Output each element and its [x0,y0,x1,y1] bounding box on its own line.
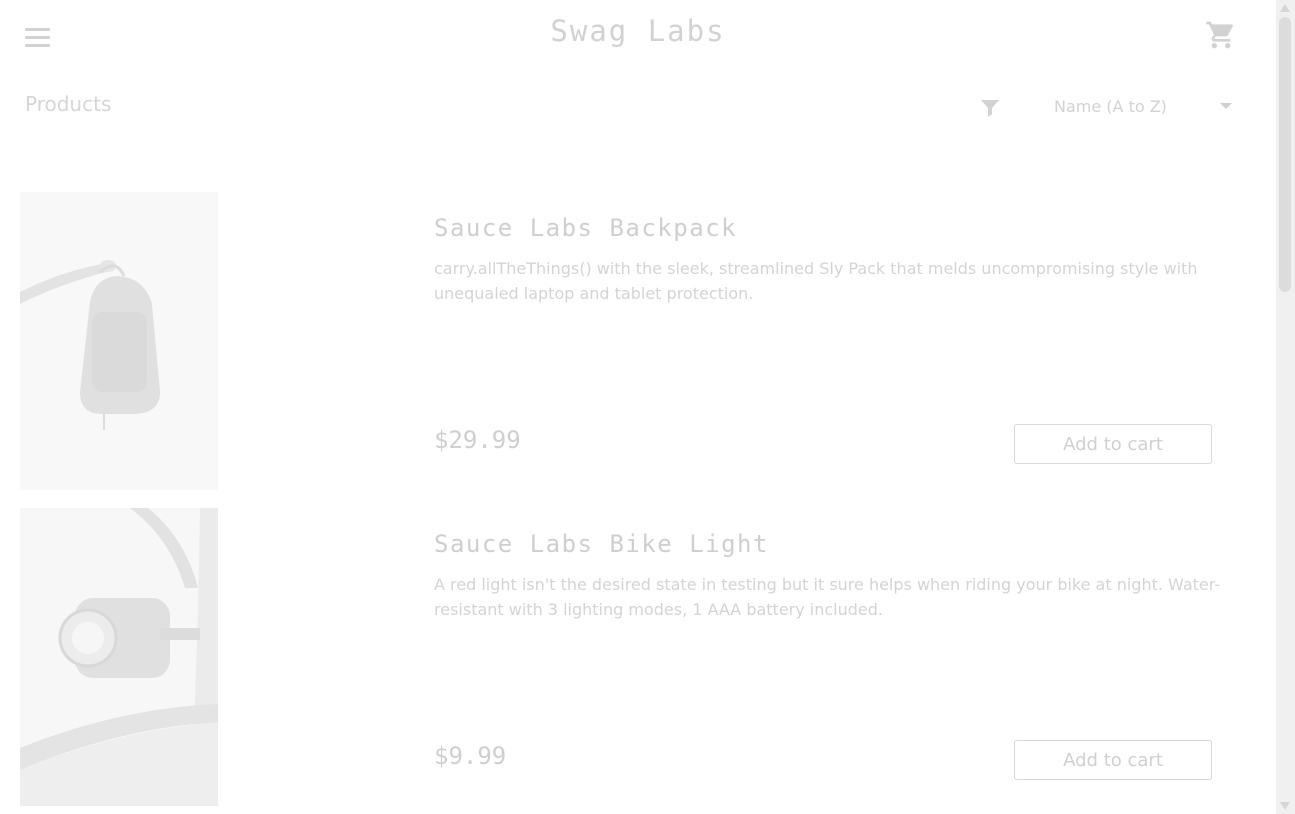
item-description: carry.allTheThings() with the sleek, str… [434,259,1198,303]
scroll-down-arrow-icon[interactable] [1280,802,1290,810]
inventory-item: Sauce Labs Bike Light A red light isn't … [20,508,1220,808]
scroll-up-arrow-icon[interactable] [1280,4,1290,12]
app-logo: Swag Labs [550,14,726,48]
add-to-cart-button[interactable]: Add to cart [1014,424,1212,464]
vertical-scrollbar[interactable] [1276,0,1295,814]
filter-icon [980,98,1000,118]
item-name-link[interactable]: Sauce Labs Bike Light [434,530,769,558]
shopping-cart-icon[interactable] [1205,19,1237,51]
add-to-cart-button[interactable]: Add to cart [1014,740,1212,780]
item-name-link[interactable]: Sauce Labs Backpack [434,214,737,242]
inventory-page: Swag Labs Products Name (A to Z) Sauce L… [0,0,1276,814]
sort-dropdown[interactable]: Name (A to Z) [1040,92,1240,122]
item-price: $29.99 [434,426,521,454]
backpack-photo[interactable] [20,192,218,490]
scrollbar-thumb[interactable] [1279,17,1291,292]
chevron-down-icon [1220,103,1232,109]
item-price: $9.99 [434,742,507,770]
inventory-item: Sauce Labs Backpack carry.allTheThings()… [20,192,1220,492]
bike-light-photo[interactable] [20,508,218,806]
sort-selected-value: Name (A to Z) [1054,97,1167,116]
page-title: Products [25,92,112,116]
item-description: A red light isn't the desired state in t… [434,575,1221,619]
